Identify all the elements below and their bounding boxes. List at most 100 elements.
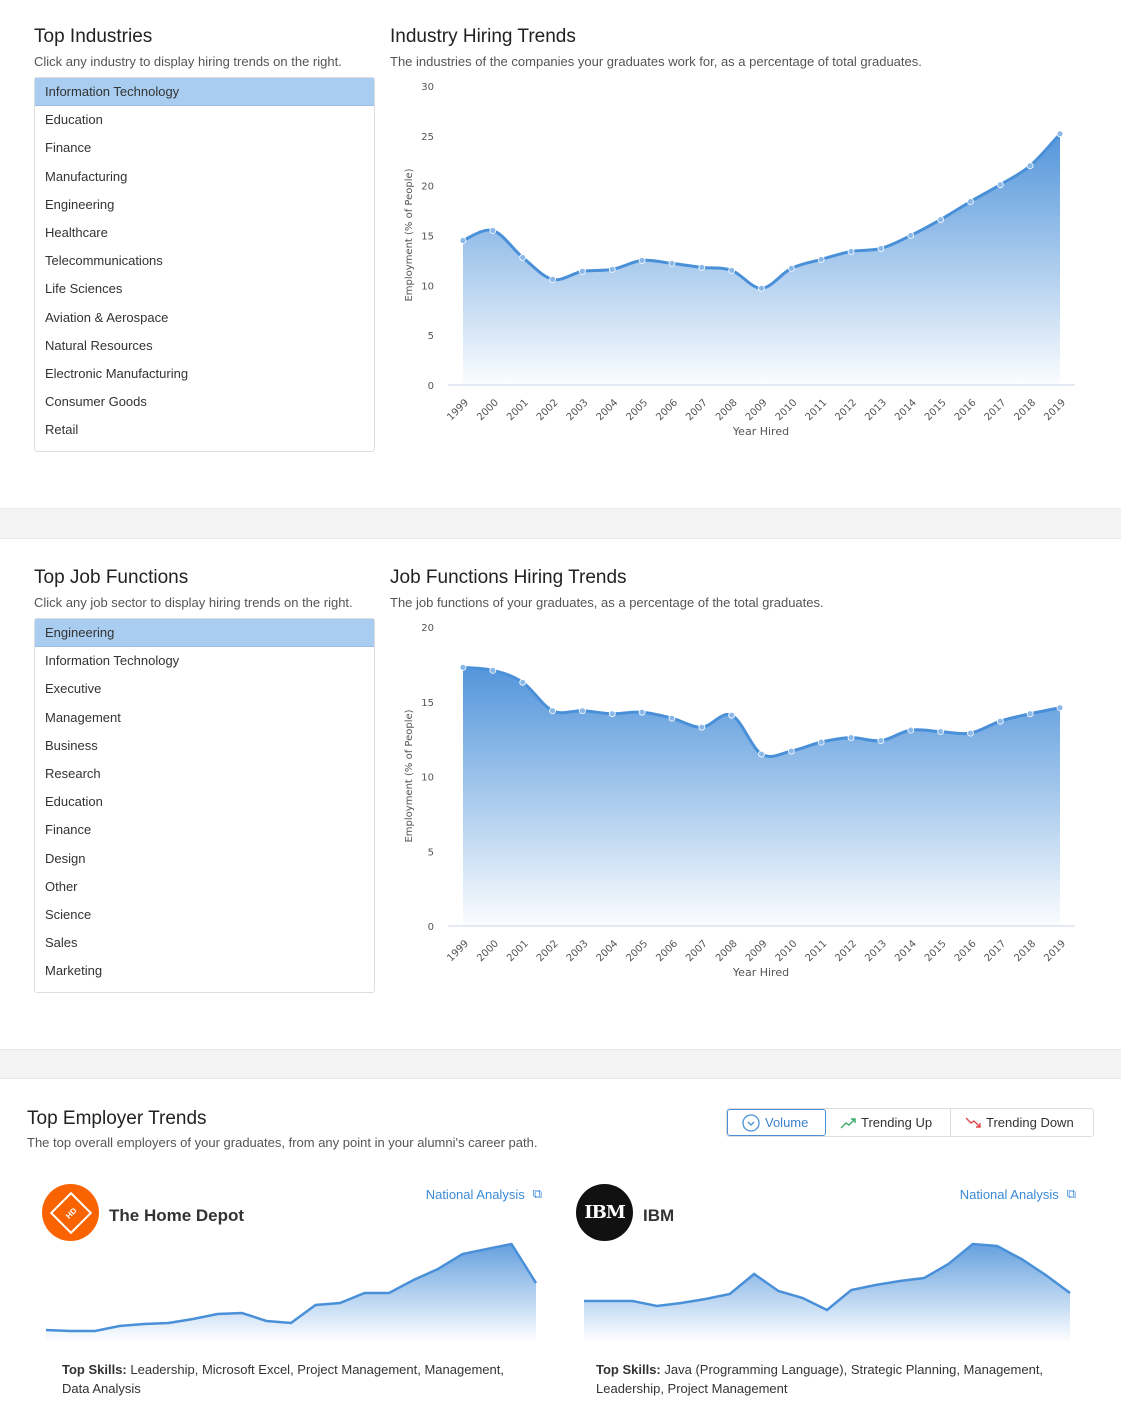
data-point[interactable] [578, 267, 586, 275]
x-tick-label: 2017 [983, 938, 1009, 964]
x-tick-label: 1999 [445, 938, 471, 964]
list-item[interactable]: Engineering [35, 619, 374, 648]
data-point[interactable] [668, 714, 676, 722]
list-item[interactable]: Marketing [35, 957, 374, 985]
x-tick-label: 2016 [953, 397, 979, 423]
data-point[interactable] [728, 266, 736, 274]
employer-trend-sparkline [45, 1242, 538, 1340]
y-tick-label: 20 [421, 623, 434, 634]
data-point[interactable] [698, 723, 706, 731]
tab-trending-down[interactable]: Trending Down [951, 1109, 1093, 1136]
data-point[interactable] [877, 737, 885, 745]
data-point[interactable] [489, 227, 497, 234]
data-point[interactable] [459, 237, 467, 244]
data-point[interactable] [1056, 704, 1064, 712]
x-tick-label: 2006 [654, 938, 680, 964]
tab-trending-up[interactable]: Trending Up [826, 1109, 951, 1136]
data-point[interactable] [1026, 710, 1034, 718]
data-point[interactable] [758, 750, 765, 758]
list-item[interactable]: Other [35, 873, 374, 901]
list-item[interactable]: Telecommunications [35, 247, 374, 275]
data-point[interactable] [519, 678, 527, 686]
area-fill [463, 133, 1060, 385]
external-link-icon: ⧉ [1066, 1186, 1076, 1201]
data-point[interactable] [578, 707, 586, 715]
data-point[interactable] [787, 747, 795, 755]
list-item[interactable]: Executive [35, 675, 374, 703]
list-item[interactable]: Electronic Manufacturing [35, 360, 374, 388]
national-analysis-link[interactable]: National Analysis ⧉ [960, 1186, 1076, 1202]
data-point[interactable] [519, 254, 527, 261]
list-item[interactable]: Finance [35, 134, 374, 162]
y-tick-label: 5 [428, 331, 434, 342]
data-point[interactable] [1026, 162, 1034, 170]
data-point[interactable] [847, 248, 855, 255]
list-item[interactable]: Retail [35, 416, 374, 444]
list-item[interactable]: Information Technology [35, 647, 374, 675]
data-point[interactable] [817, 738, 825, 746]
x-tick-label: 2019 [1042, 938, 1068, 964]
x-tick-label: 2006 [654, 397, 680, 423]
x-tick-label: 2009 [744, 397, 770, 423]
data-point[interactable] [459, 663, 467, 671]
data-point[interactable] [967, 729, 974, 737]
employer-name: The Home Depot [109, 1206, 245, 1225]
data-point[interactable] [608, 710, 616, 718]
list-item[interactable]: Business [35, 732, 374, 760]
list-item[interactable]: Life Sciences [35, 275, 374, 303]
x-tick-label: 2002 [535, 938, 561, 964]
data-point[interactable] [847, 734, 855, 742]
data-point[interactable] [489, 666, 497, 674]
data-point[interactable] [996, 181, 1004, 189]
list-item[interactable]: Information Technology [35, 78, 374, 107]
data-point[interactable] [638, 708, 646, 716]
tab-trending-down-label: Trending Down [986, 1115, 1074, 1130]
y-tick-label: 5 [428, 847, 434, 858]
data-point[interactable] [937, 728, 944, 736]
list-item[interactable]: Science [35, 901, 374, 929]
list-item[interactable]: Design [35, 845, 374, 873]
data-point[interactable] [817, 256, 825, 263]
tab-volume[interactable]: Volume [727, 1109, 826, 1136]
y-tick-label: 25 [421, 132, 434, 143]
list-item[interactable]: Engineering [35, 191, 374, 219]
data-point[interactable] [877, 245, 885, 252]
data-point[interactable] [728, 711, 736, 719]
data-point[interactable] [758, 284, 765, 292]
data-point[interactable] [787, 264, 795, 272]
x-tick-label: 2005 [624, 938, 650, 964]
list-item[interactable]: Manufacturing [35, 163, 374, 191]
list-item[interactable]: Education [35, 106, 374, 134]
employers-subtitle: The top overall employers of your gradua… [27, 1135, 538, 1150]
x-tick-label: 2014 [893, 938, 919, 964]
list-item[interactable]: Aviation & Aerospace [35, 304, 374, 332]
data-point[interactable] [1056, 130, 1064, 138]
x-tick-label: 2001 [505, 397, 531, 423]
data-point[interactable] [549, 275, 556, 283]
list-item[interactable]: Consumer Goods [35, 388, 374, 416]
list-item[interactable]: Finance [35, 816, 374, 844]
data-point[interactable] [698, 263, 706, 271]
list-item[interactable]: Natural Resources [35, 332, 374, 360]
national-analysis-link[interactable]: National Analysis ⧉ [426, 1186, 542, 1202]
data-point[interactable] [549, 707, 556, 715]
data-point[interactable] [668, 260, 676, 267]
data-point[interactable] [907, 232, 915, 239]
skills-label: Top Skills: [596, 1362, 661, 1377]
list-item[interactable]: Management [35, 704, 374, 732]
data-point[interactable] [967, 198, 974, 206]
data-point[interactable] [996, 717, 1004, 725]
data-point[interactable] [937, 216, 944, 223]
data-point[interactable] [608, 265, 616, 273]
list-item[interactable]: Healthcare [35, 219, 374, 247]
list-item[interactable]: Research [35, 760, 374, 788]
x-tick-label: 2007 [684, 397, 710, 423]
y-tick-label: 10 [421, 281, 434, 292]
section-divider [0, 508, 1121, 539]
data-point[interactable] [638, 257, 646, 264]
employer-trend-sparkline [584, 1242, 1071, 1340]
national-analysis-label: National Analysis [959, 1186, 1059, 1202]
list-item[interactable]: Education [35, 788, 374, 816]
data-point[interactable] [907, 726, 915, 734]
list-item[interactable]: Sales [35, 929, 374, 957]
